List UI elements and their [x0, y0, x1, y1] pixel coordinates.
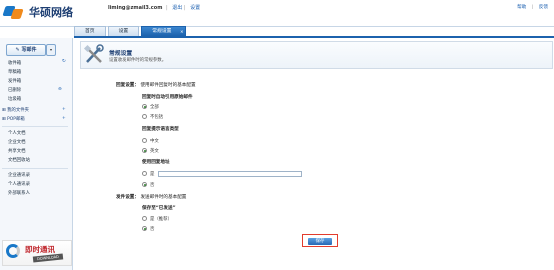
add-pop-icon[interactable]: +: [62, 116, 66, 121]
sidebar: ✎ 写邮件 ▾ 收件箱 ↻ 草稿箱 发件箱 已删除 ⊖ 垃圾箱 ⊞ 我的文件夹 …: [0, 38, 73, 270]
sidebar-item-shared-docs[interactable]: 共享文档: [8, 148, 26, 154]
feedback-link[interactable]: 反馈: [539, 5, 548, 10]
reply-address-yes-label: 是: [150, 172, 155, 177]
top-links: 帮助 | 反馈: [517, 5, 548, 10]
empty-trash-icon[interactable]: ⊖: [58, 87, 62, 92]
save-sent-no-label: 否: [150, 227, 155, 232]
expand-icon: ⊞: [2, 117, 6, 122]
logo-mark-icon: [2, 4, 26, 20]
sidebar-item-sent[interactable]: 发件箱: [8, 78, 21, 84]
sidebar-item-spam[interactable]: 垃圾箱: [8, 96, 21, 102]
auto-quote-none-label: 不包括: [150, 115, 164, 120]
save-sent-label: 保存至“已发送”: [142, 206, 176, 211]
auto-quote-none-radio[interactable]: [142, 114, 147, 119]
sidebar-item-deleted[interactable]: 已删除: [8, 87, 21, 93]
tab-settings[interactable]: 设置: [107, 26, 140, 36]
page-title: 常规设置: [109, 51, 133, 57]
expand-icon: ⊞: [2, 108, 6, 113]
add-folder-icon[interactable]: +: [62, 107, 66, 112]
im-logo-icon: [6, 244, 20, 258]
auto-quote-all-label: 全部: [150, 105, 159, 110]
reply-address-input[interactable]: [158, 171, 302, 177]
lang-chinese-radio[interactable]: [142, 138, 147, 143]
lang-chinese-label: 中文: [150, 139, 159, 144]
account-bar: liming@zmail3.com | 退出 | 设置: [108, 5, 201, 11]
save-button-highlight: 保存: [302, 234, 338, 247]
send-section: 发件设置： 发送邮件时的基本配置: [116, 194, 186, 200]
settings-header: 常规设置 设置收发邮件时的常规参数。: [80, 41, 553, 69]
reply-lang-label: 回复提示语言类型: [142, 127, 179, 132]
sidebar-item-inbox[interactable]: 收件箱: [8, 60, 21, 66]
im-download-banner[interactable]: 即时通讯 DOWNLOAD: [2, 240, 72, 266]
reply-section-label: 回复设置：: [116, 83, 139, 88]
sidebar-item-personal-docs[interactable]: 个人文档: [8, 130, 26, 136]
account-email: liming@zmail3.com: [108, 5, 163, 11]
tab-home[interactable]: 首页: [74, 26, 106, 36]
lang-english-radio[interactable]: [142, 148, 147, 153]
reply-address-no-radio[interactable]: [142, 182, 147, 187]
auto-quote-all-radio[interactable]: [142, 104, 147, 109]
reply-section: 回复设置： 使用邮件回复时的基本配置: [116, 82, 196, 88]
top-bar: 华硕网络 liming@zmail3.com | 退出 | 设置 帮助 | 反馈: [0, 0, 554, 27]
reply-address-no-label: 否: [150, 183, 155, 188]
im-title: 即时通讯: [25, 245, 55, 254]
reply-address-label: 使用回复地址: [142, 160, 170, 165]
help-link[interactable]: 帮助: [517, 5, 526, 10]
main-content: 常规设置 设置收发邮件时的常规参数。 回复设置： 使用邮件回复时的基本配置 回复…: [74, 38, 554, 270]
reply-section-desc: 使用邮件回复时的基本配置: [140, 83, 196, 88]
send-section-desc: 发送邮件时的基本配置: [140, 195, 187, 200]
save-sent-yes-label: 是（推荐）: [150, 217, 172, 222]
sidebar-item-company-docs[interactable]: 企业文档: [8, 139, 26, 145]
send-section-label: 发件设置：: [116, 195, 139, 200]
auto-quote-label: 回复时自动引用原始邮件: [142, 95, 193, 100]
compose-icon: ✎: [15, 47, 20, 53]
save-sent-yes-radio[interactable]: [142, 216, 147, 221]
sidebar-section-pop-mail[interactable]: ⊞ POP邮箱: [2, 116, 25, 122]
sidebar-item-docs-recycle[interactable]: 文档回收站: [8, 157, 30, 163]
divider: [2, 126, 68, 127]
compose-button[interactable]: ✎ 写邮件: [6, 44, 46, 56]
brand-name: 华硕网络: [29, 6, 73, 19]
tools-icon: [83, 44, 104, 63]
compose-dropdown-button[interactable]: ▾: [46, 44, 56, 56]
tab-bar: 首页 设置 常规设置 ✕: [74, 26, 188, 36]
sidebar-section-my-folders[interactable]: ⊞ 我的文件夹: [2, 107, 29, 113]
settings-link[interactable]: 设置: [190, 5, 200, 11]
logout-link[interactable]: 退出: [172, 5, 182, 11]
sidebar-item-drafts[interactable]: 草稿箱: [8, 69, 21, 75]
sidebar-item-personal-contacts[interactable]: 个人通讯录: [8, 181, 30, 187]
sidebar-item-company-contacts[interactable]: 企业通讯录: [8, 172, 30, 178]
reply-address-yes-radio[interactable]: [142, 171, 147, 176]
page-subtitle: 设置收发邮件时的常规参数。: [109, 58, 167, 63]
sidebar-item-external-contacts[interactable]: 外部联系人: [8, 190, 30, 196]
divider: [2, 168, 68, 169]
lang-english-label: 英文: [150, 149, 159, 154]
tab-general-settings[interactable]: 常规设置 ✕: [141, 26, 187, 36]
refresh-icon[interactable]: ↻: [62, 59, 66, 64]
save-button[interactable]: 保存: [308, 238, 332, 245]
brand-logo[interactable]: 华硕网络: [2, 4, 73, 20]
save-sent-no-radio[interactable]: [142, 226, 147, 231]
